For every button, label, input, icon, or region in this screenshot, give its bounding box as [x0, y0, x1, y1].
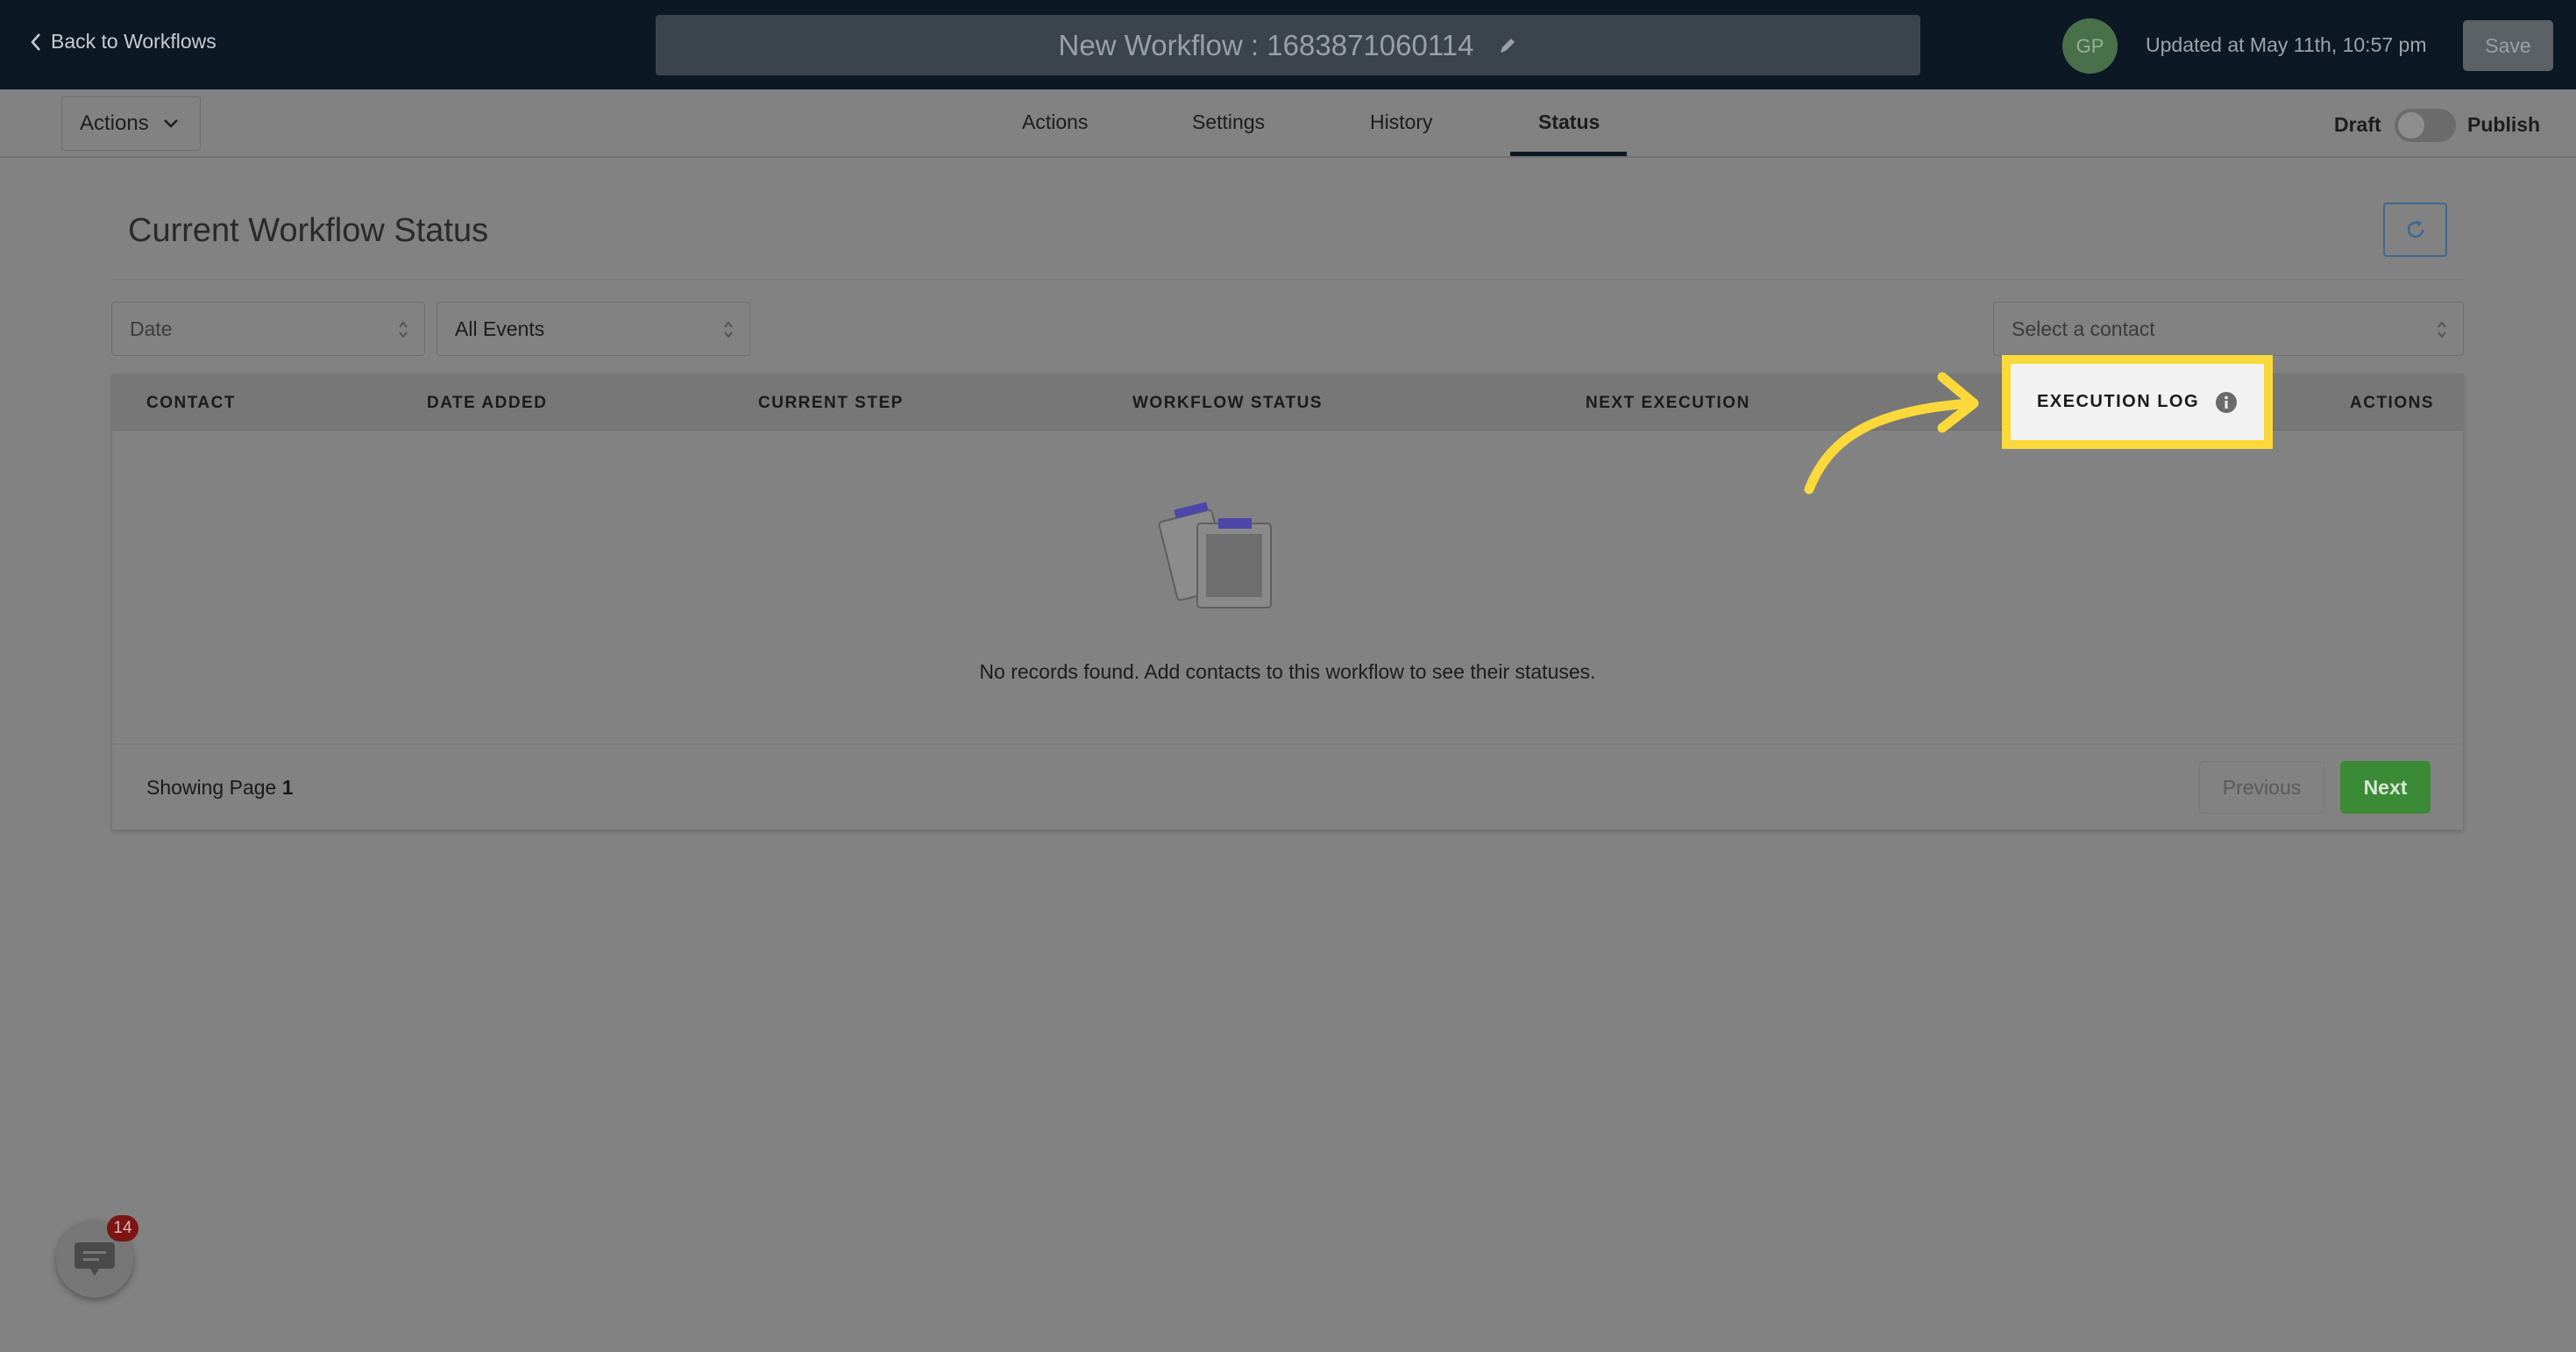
column-header-workflow-status: WORKFLOW STATUS [1132, 394, 1323, 412]
next-button[interactable]: Next [2340, 761, 2431, 814]
date-filter-placeholder: Date [130, 317, 173, 340]
chat-bubble-icon [75, 1242, 115, 1276]
tab-settings[interactable]: Settings [1192, 110, 1265, 134]
back-link-label: Back to Workflows [51, 30, 216, 53]
column-header-date-added: DATE ADDED [427, 394, 548, 412]
events-filter-value: All Events [455, 317, 545, 340]
sort-arrows-icon [724, 321, 733, 338]
avatar[interactable]: GP [2062, 18, 2118, 74]
contact-filter-placeholder: Select a contact [2012, 317, 2155, 340]
draft-label: Draft [2334, 113, 2381, 136]
page-number: 1 [281, 776, 294, 799]
empty-state-message: No records found. Add contacts to this w… [979, 660, 1596, 683]
contact-filter-select[interactable]: Select a contact [1993, 302, 2464, 356]
tab-actions[interactable]: Actions [1022, 110, 1088, 134]
showing-label: Showing Page [146, 776, 282, 799]
back-to-workflows-link[interactable]: Back to Workflows [30, 30, 216, 53]
date-filter-select[interactable]: Date [111, 302, 425, 356]
tab-history[interactable]: History [1370, 110, 1433, 134]
column-header-execution-log: EXECUTION LOG [2036, 392, 2200, 411]
column-header-actions: ACTIONS [2350, 394, 2434, 412]
column-header-contact: CONTACT [146, 394, 236, 412]
page-title: Current Workflow Status [128, 212, 489, 249]
sub-navigation: Actions Actions Settings History Status … [0, 89, 2576, 158]
top-bar: Back to Workflows New Workflow : 1683871… [0, 0, 2576, 89]
refresh-icon [2407, 220, 2423, 238]
sort-arrows-icon [399, 321, 408, 338]
pencil-icon[interactable] [1498, 36, 1517, 55]
active-tab-indicator [1510, 152, 1627, 156]
column-header-current-step: CURRENT STEP [758, 394, 904, 412]
divider [111, 279, 2464, 280]
publish-label: Publish [2467, 113, 2541, 136]
workflow-title: New Workflow : 1683871060114 [1058, 28, 1474, 61]
publish-toggle[interactable] [2395, 109, 2456, 142]
info-icon[interactable] [2215, 391, 2238, 414]
notification-badge: 14 [107, 1215, 138, 1242]
previous-button[interactable]: Previous [2199, 761, 2324, 814]
tab-status[interactable]: Status [1538, 110, 1600, 134]
column-header-next-execution: NEXT EXECUTION [1586, 394, 1750, 412]
chevron-left-icon [31, 32, 40, 51]
pointer-arrow-icon [1804, 372, 1979, 495]
pagination-status: Showing Page 1 [146, 776, 294, 800]
events-filter-select[interactable]: All Events [436, 302, 750, 356]
refresh-button[interactable] [2383, 203, 2447, 257]
sort-arrows-icon [2438, 321, 2446, 338]
save-button[interactable]: Save [2463, 20, 2553, 71]
toggle-knob [2398, 112, 2424, 139]
updated-timestamp: Updated at May 11th, 10:57 pm [2146, 33, 2427, 56]
workflow-title-field[interactable]: New Workflow : 1683871060114 [656, 15, 1920, 75]
empty-clipboard-illustration [1158, 502, 1272, 608]
tab-bar: Actions Settings History Status [0, 89, 2576, 158]
execution-log-highlight[interactable]: EXECUTION LOG [2002, 355, 2273, 449]
